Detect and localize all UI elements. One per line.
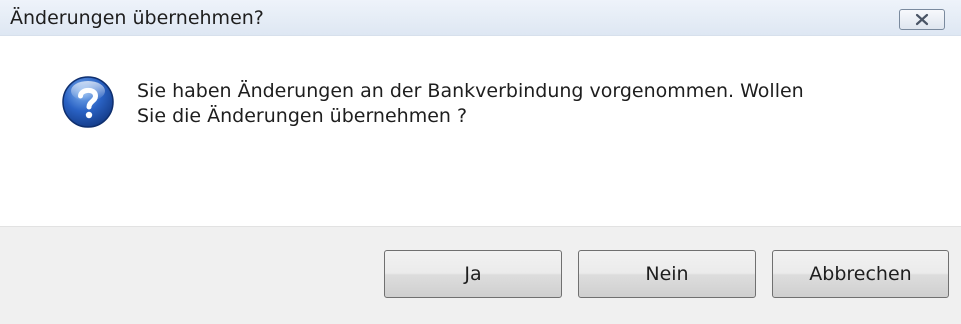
message-line-1: Sie haben Änderungen an der Bankverbindu… xyxy=(137,80,804,102)
no-button[interactable]: Nein xyxy=(578,250,756,298)
cancel-button[interactable]: Abbrechen xyxy=(772,250,949,298)
message-line-2: Sie die Änderungen übernehmen ? xyxy=(137,105,468,127)
dialog-content xyxy=(0,36,961,226)
dialog-title: Änderungen übernehmen? xyxy=(10,7,264,29)
title-bar[interactable]: Änderungen übernehmen? xyxy=(0,0,961,36)
confirm-dialog: Änderungen übernehmen? Sie haben Änderun… xyxy=(0,0,961,324)
close-button[interactable] xyxy=(899,9,945,30)
yes-button[interactable]: Ja xyxy=(384,250,562,298)
dialog-message: Sie haben Änderungen an der Bankverbindu… xyxy=(137,79,917,129)
close-icon xyxy=(914,13,930,26)
question-icon xyxy=(61,75,115,129)
